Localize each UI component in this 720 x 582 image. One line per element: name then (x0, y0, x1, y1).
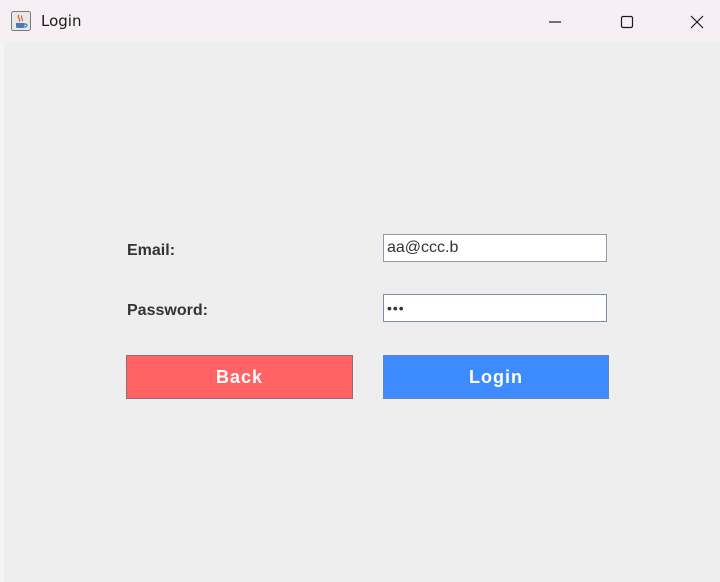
minimize-button[interactable] (532, 0, 578, 43)
email-label: Email: (127, 242, 176, 259)
back-button[interactable]: Back (126, 355, 353, 399)
close-icon (690, 15, 704, 29)
minimize-icon (548, 15, 562, 29)
close-button[interactable] (674, 0, 720, 43)
login-button[interactable]: Login (383, 355, 609, 399)
email-field[interactable] (383, 234, 607, 262)
maximize-button[interactable] (604, 0, 650, 43)
password-field[interactable] (383, 294, 607, 322)
window-title: Login (41, 12, 82, 30)
content-panel (0, 43, 720, 582)
maximize-icon (620, 15, 634, 29)
java-coffee-cup-icon[interactable] (11, 11, 31, 31)
password-label: Password: (127, 302, 208, 319)
window-left-border (0, 43, 4, 582)
login-window: Login Email: Password: Back Login (0, 0, 720, 582)
title-bar[interactable]: Login (0, 0, 720, 43)
